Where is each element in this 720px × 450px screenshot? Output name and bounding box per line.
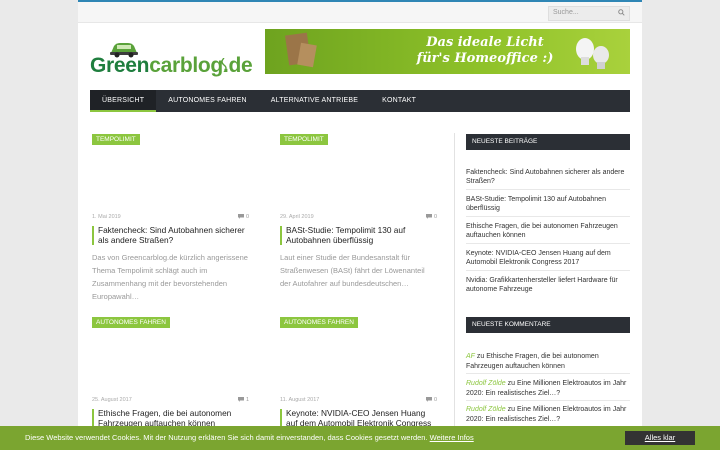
post-meta: 11. August 2017 0 [280,397,437,403]
post-meta: 1. Mai 2019 0 [92,214,249,220]
post-excerpt: Das von Greencarblog.de kürzlich angeris… [92,253,248,301]
recent-comment: AF zu Ethische Fragen, die bei autonomen… [466,353,599,370]
comment-count[interactable]: 1 [238,397,249,403]
category-tag[interactable]: Tempolimit [92,134,140,145]
cookie-more-info-link[interactable]: Weitere Infos [430,433,474,442]
cookie-message: Diese Website verwendet Cookies. Mit der… [25,433,474,442]
category-tag[interactable]: Autonomes Fahren [92,317,170,328]
post-date: 25. August 2017 [92,397,132,403]
top-bar: Suche... [78,0,642,23]
search-icon[interactable] [618,9,625,16]
site-logo[interactable]: Greencarblog.de [90,38,253,78]
cookie-banner: Diese Website verwendet Cookies. Mit der… [0,426,720,450]
nav-item-kontakt[interactable]: Kontakt [370,90,428,112]
recent-comment: Rudolf Zölde zu Eine Millionen Elektroau… [466,406,627,423]
comment-author[interactable]: Rudolf Zölde [466,406,506,413]
widget-title-recent-posts: Neueste Beiträge [466,134,630,150]
comment-icon [238,397,245,402]
post-date: 11. August 2017 [280,397,320,403]
widget-title-recent-comments: Neueste Kommentare [466,317,630,333]
comment-icon [238,214,245,219]
comment-icon [426,397,433,402]
sidebar-divider [454,133,455,433]
comment-count[interactable]: 0 [426,397,437,403]
recent-post-link[interactable]: Nvidia: Grafikkartenhersteller liefert H… [466,276,630,294]
recent-post-link[interactable]: Faktencheck: Sind Autobahnen sicherer al… [466,168,630,186]
post-date: 1. Mai 2019 [92,214,121,220]
recent-post-link[interactable]: Keynote: NVIDIA-CEO Jensen Huang auf dem… [466,249,630,267]
banner-line-1: Das ideale Licht [426,35,544,50]
cookie-accept-button[interactable]: Alles klar [625,431,695,445]
box-graphic [297,42,317,68]
nav-item-uebersicht[interactable]: Übersicht [90,90,157,112]
divider [466,243,630,244]
post-excerpt: Laut einer Studie der Bundesanstalt für … [280,253,425,288]
post-card: Autonomes Fahren 25. August 2017 1 Ethis… [86,317,249,428]
post-card: Tempolimit 29. April 2019 0 BASt-Studie:… [274,134,437,304]
divider [466,270,630,271]
comment-author[interactable]: AF [466,353,475,360]
divider [466,189,630,190]
category-tag[interactable]: Autonomes Fahren [280,317,358,328]
ad-banner[interactable]: Das ideale Licht für's Homeoffice :) [265,29,630,74]
comment-author[interactable]: Rudolf Zölde [466,380,506,387]
post-meta: 29. April 2019 0 [280,214,437,220]
divider [466,373,630,374]
search-input[interactable]: Suche... [548,6,630,21]
comment-count[interactable]: 0 [238,214,249,220]
lamp-icon [576,38,609,69]
plug-icon [221,58,227,72]
nav-item-alternative-antriebe[interactable]: Alternative Antriebe [259,90,370,112]
category-tag[interactable]: Tempolimit [280,134,328,145]
page-container: Suche... Greencarblog.de Das ideale Lich… [78,0,642,450]
post-meta: 25. August 2017 1 [92,397,249,403]
main-nav: Übersicht Autonomes Fahren Alternative A… [90,90,630,112]
post-card: Tempolimit 1. Mai 2019 0 Faktencheck: Si… [86,134,249,304]
recent-post-link[interactable]: BASt-Studie: Tempolimit 130 auf Autobahn… [466,195,630,213]
recent-post-link[interactable]: Ethische Fragen, die bei autonomen Fahrz… [466,222,630,240]
recent-comment: Rudolf Zölde zu Eine Millionen Elektroau… [466,380,627,397]
comment-icon [426,214,433,219]
post-title[interactable]: Faktencheck: Sind Autobahnen sicherer al… [92,225,249,245]
divider [466,400,630,401]
post-date: 29. April 2019 [280,214,314,220]
post-card: Autonomes Fahren 11. August 2017 0 Keyno… [274,317,437,438]
banner-line-2: für's Homeoffice :) [416,51,554,66]
comment-count[interactable]: 0 [426,214,437,220]
divider [466,216,630,217]
search-placeholder: Suche... [553,9,579,16]
post-title[interactable]: BASt-Studie: Tempolimit 130 auf Autobahn… [280,225,437,245]
comment-post-link[interactable]: Ethische Fragen, die bei autonomen Fahrz… [466,353,599,370]
nav-item-autonomes-fahren[interactable]: Autonomes Fahren [156,90,259,112]
